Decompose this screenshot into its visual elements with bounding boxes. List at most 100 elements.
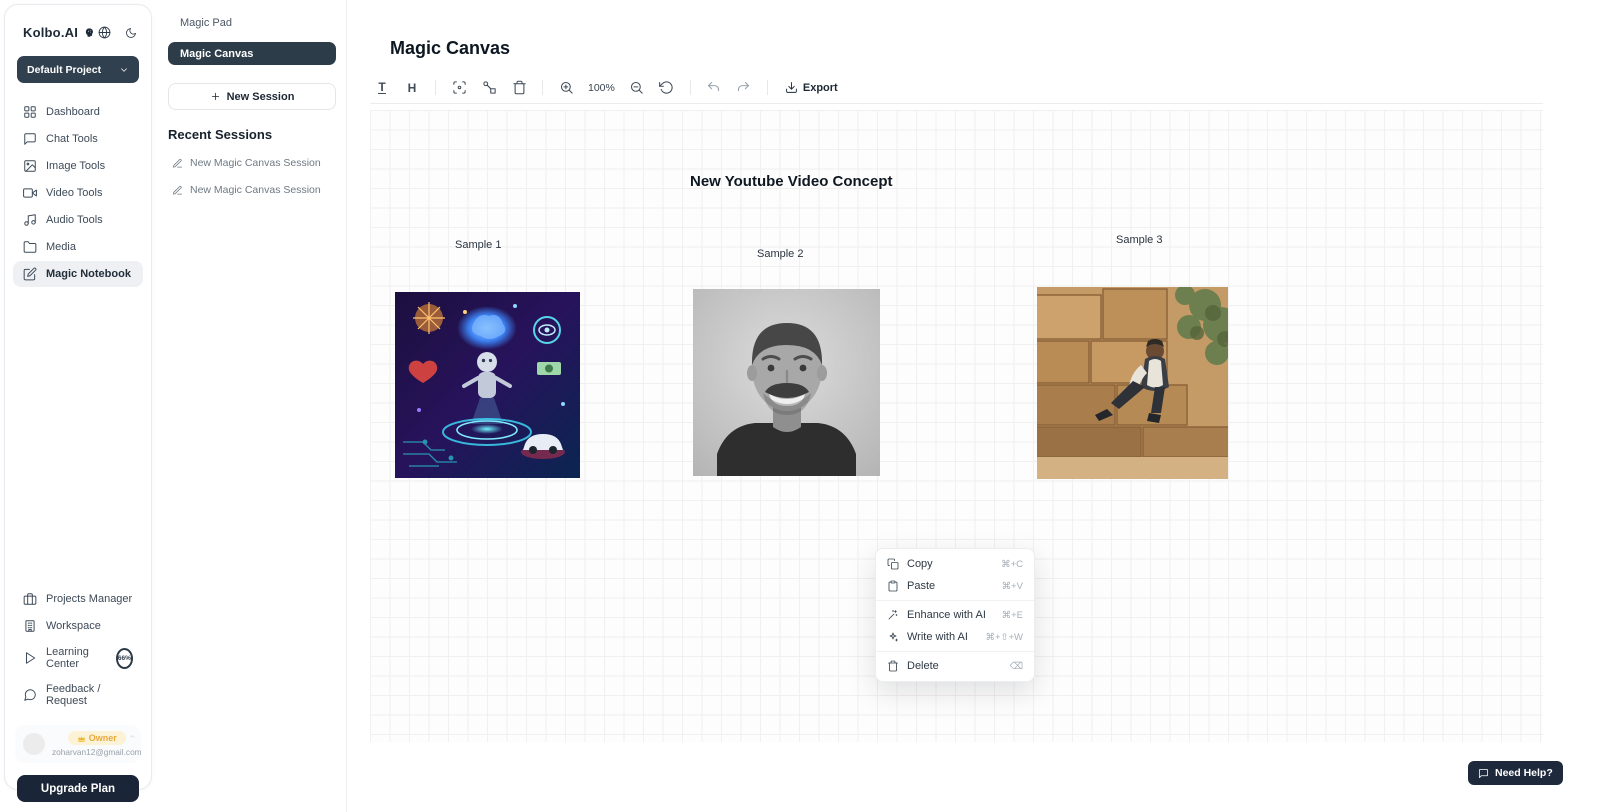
export-label: Export (803, 82, 838, 94)
feedback-bubble-icon (23, 688, 37, 702)
context-menu-copy[interactable]: Copy ⌘+C (876, 553, 1034, 575)
portrait-illustration (693, 289, 880, 476)
menu-item-label: Copy (907, 558, 933, 570)
dark-mode-toggle[interactable] (125, 27, 137, 39)
video-camera-icon (23, 186, 37, 200)
project-selector[interactable]: Default Project (17, 56, 139, 83)
steps-illustration (1037, 287, 1228, 479)
heading-tool-glyph: H (408, 81, 417, 95)
context-menu-delete[interactable]: Delete ⌫ (876, 655, 1034, 677)
avatar (23, 733, 45, 755)
sample-1-label[interactable]: Sample 1 (455, 239, 501, 251)
notebook-icon (23, 267, 37, 281)
sidebar-item-image-tools[interactable]: Image Tools (13, 153, 143, 179)
connector-tool-button[interactable] (477, 77, 501, 99)
moon-icon (125, 27, 137, 39)
sample-image-portrait[interactable] (693, 289, 880, 476)
menu-item-label: Paste (907, 580, 935, 592)
rotate-ccw-icon (659, 80, 674, 95)
text-tool-button[interactable]: T (370, 77, 394, 99)
plus-icon (210, 91, 221, 102)
sidebar-item-audio-tools[interactable]: Audio Tools (13, 207, 143, 233)
menu-item-shortcut: ⌘+⇧+W (985, 632, 1023, 643)
canvas-heading[interactable]: New Youtube Video Concept (690, 173, 893, 190)
app-root: Kolbo.AI Default P (0, 0, 1600, 812)
undo-icon (706, 80, 721, 95)
learning-progress-badge: 66% (116, 648, 133, 669)
ai-select-button[interactable] (447, 77, 471, 99)
sidebar: Kolbo.AI Default P (4, 4, 152, 790)
sidebar-item-media[interactable]: Media (13, 234, 143, 260)
recent-session-item[interactable]: New Magic Canvas Session (172, 157, 346, 169)
toolbar-separator (767, 80, 768, 95)
tab-magic-pad[interactable]: Magic Pad (156, 0, 346, 29)
logo-row: Kolbo.AI (5, 5, 151, 40)
sidebar-item-projects-manager[interactable]: Projects Manager (13, 586, 143, 612)
sidebar-item-label: Chat Tools (46, 133, 98, 145)
redo-button[interactable] (732, 77, 756, 99)
toolbar-separator (435, 80, 436, 95)
need-help-label: Need Help? (1495, 767, 1553, 779)
menu-item-label: Enhance with AI (907, 609, 986, 621)
zoom-in-icon (559, 80, 574, 95)
image-icon (23, 159, 37, 173)
recent-session-label: New Magic Canvas Session (190, 157, 321, 169)
menu-divider (876, 651, 1034, 652)
need-help-button[interactable]: Need Help? (1468, 761, 1563, 785)
undo-button[interactable] (702, 77, 726, 99)
sample-image-ai-illustration[interactable] (395, 292, 580, 478)
menu-item-shortcut: ⌘+C (1001, 559, 1023, 570)
delete-tool-button[interactable] (507, 77, 531, 99)
tab-magic-canvas-label: Magic Canvas (180, 48, 253, 60)
dashboard-icon (23, 105, 37, 119)
tab-magic-canvas[interactable]: Magic Canvas (168, 42, 336, 65)
recent-session-item[interactable]: New Magic Canvas Session (172, 184, 346, 196)
sidebar-item-label: Learning Center (46, 646, 107, 670)
language-globe-button[interactable] (98, 26, 111, 39)
sample-3-label[interactable]: Sample 3 (1116, 234, 1162, 246)
sidebar-item-dashboard[interactable]: Dashboard (13, 99, 143, 125)
menu-item-label: Delete (907, 660, 939, 672)
owner-badge: Owner (68, 731, 126, 745)
sidebar-item-chat-tools[interactable]: Chat Tools (13, 126, 143, 152)
zoom-out-button[interactable] (625, 77, 649, 99)
sample-2-label[interactable]: Sample 2 (757, 248, 803, 260)
sidebar-item-magic-notebook[interactable]: Magic Notebook (13, 261, 143, 287)
context-menu-write-with-ai[interactable]: Write with AI ⌘+⇧+W (876, 626, 1034, 648)
pencil-icon (172, 185, 183, 196)
toolbar-separator (690, 80, 691, 95)
sidebar-item-label: Audio Tools (46, 214, 103, 226)
user-menu-chevron-icon (129, 733, 136, 740)
sidebar-item-label: Video Tools (46, 187, 102, 199)
sample-image-man-on-steps[interactable] (1037, 287, 1228, 479)
context-menu-enhance-with-ai[interactable]: Enhance with AI ⌘+E (876, 604, 1034, 626)
toolbar-separator (542, 80, 543, 95)
context-menu-paste[interactable]: Paste ⌘+V (876, 575, 1034, 597)
menu-item-label: Write with AI (907, 631, 968, 643)
sessions-panel: Magic Pad Magic Canvas New Session Recen… (156, 0, 347, 812)
context-menu: Copy ⌘+C Paste ⌘+V Enhance with AI ⌘+E W… (875, 548, 1035, 682)
sidebar-item-learning-center[interactable]: Learning Center 66% (13, 640, 143, 676)
reset-view-button[interactable] (655, 77, 679, 99)
sidebar-item-label: Feedback / Request (46, 683, 133, 707)
export-button[interactable]: Export (785, 81, 838, 94)
zoom-in-button[interactable] (554, 77, 578, 99)
clipboard-icon (887, 580, 899, 592)
upgrade-plan-button[interactable]: Upgrade Plan (17, 775, 139, 802)
building-icon (23, 619, 37, 633)
sidebar-item-label: Image Tools (46, 160, 105, 172)
sparkles-icon (887, 631, 899, 643)
new-session-button[interactable]: New Session (168, 83, 336, 110)
canvas-area[interactable]: New Youtube Video Concept Sample 1 Sampl… (370, 110, 1543, 742)
heading-tool-button[interactable]: H (400, 77, 424, 99)
canvas-toolbar: T H 100% Export (370, 76, 1543, 104)
sidebar-item-feedback[interactable]: Feedback / Request (13, 677, 143, 713)
user-account-card[interactable]: Owner zoharvan12@gmail.com (15, 725, 141, 763)
sidebar-item-label: Dashboard (46, 106, 100, 118)
sidebar-item-video-tools[interactable]: Video Tools (13, 180, 143, 206)
sidebar-item-workspace[interactable]: Workspace (13, 613, 143, 639)
new-session-label: New Session (227, 91, 295, 103)
redo-icon (736, 80, 751, 95)
help-chat-icon (1478, 768, 1489, 779)
ai-select-icon (452, 80, 467, 95)
